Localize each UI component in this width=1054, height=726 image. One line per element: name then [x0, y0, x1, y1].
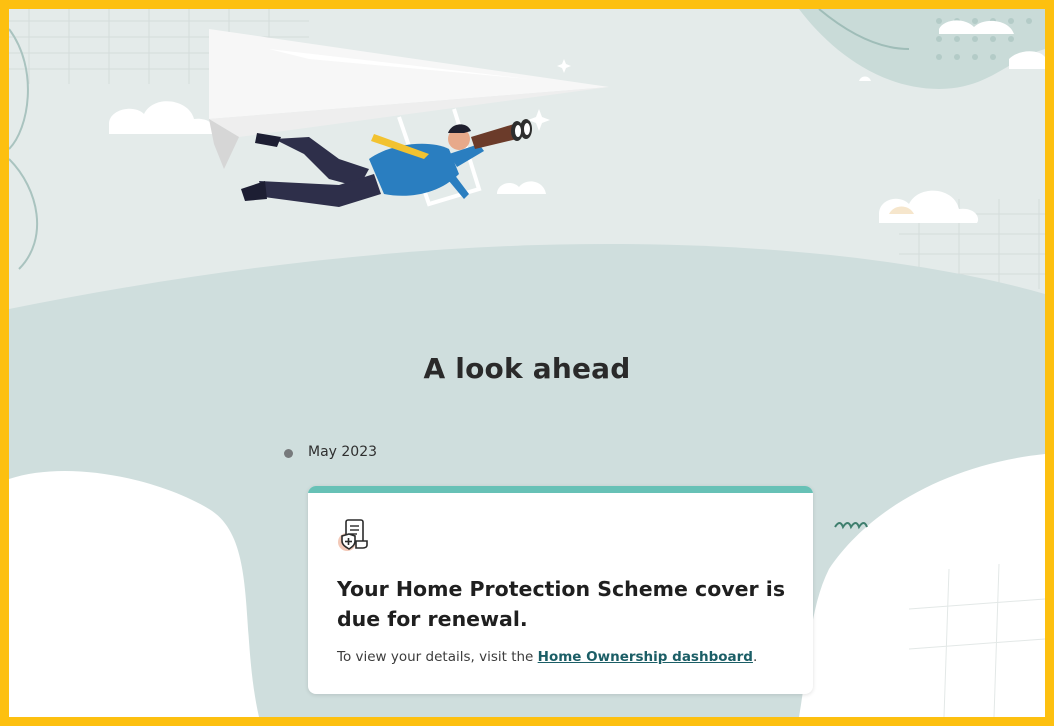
policy-document-shield-icon	[338, 519, 368, 551]
timeline-date: May 2023	[308, 444, 378, 460]
card-accent-bar	[308, 486, 813, 493]
timeline-dot	[284, 449, 293, 458]
card-text-before: To view your details, visit the	[337, 649, 538, 665]
content-frame: A look ahead May 2023 Your Home Protecti…	[0, 0, 1054, 726]
page-title: A look ahead	[423, 352, 631, 385]
card-text-after: .	[752, 649, 758, 665]
renewal-card: Your Home Protection Scheme cover is due…	[308, 486, 813, 694]
card-heading: Your Home Protection Scheme cover is due…	[337, 577, 786, 631]
card-description: To view your details, visit the Home Own…	[337, 649, 757, 665]
home-ownership-dashboard-link[interactable]: Home Ownership dashboard	[538, 649, 753, 665]
